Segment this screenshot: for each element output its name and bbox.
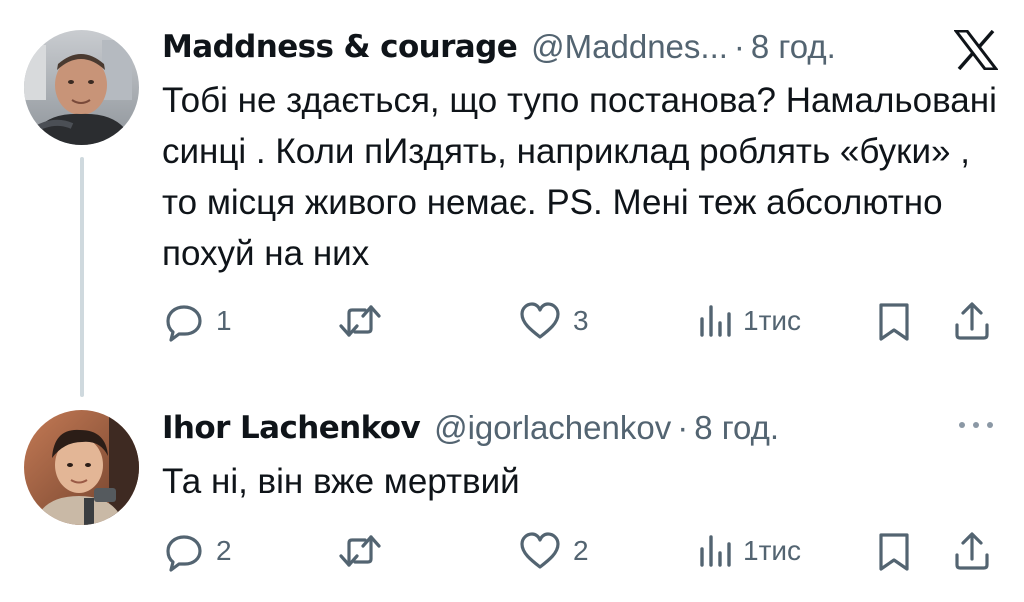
reply-icon — [162, 529, 206, 573]
tweet-header: Maddness & courage @Maddnes... · 8 год. — [162, 24, 836, 70]
views-button[interactable]: 1тис — [697, 526, 801, 576]
separator-dot: · — [677, 409, 689, 446]
tweet-header: Ihor Lachenkov @igorlachenkov · 8 год. — [162, 405, 779, 451]
tweet-actions: 1 3 1тис — [162, 296, 1002, 346]
share-button[interactable] — [952, 526, 992, 576]
tweet[interactable]: Ihor Lachenkov @igorlachenkov · 8 год. Т… — [0, 395, 1024, 602]
timestamp[interactable]: 8 год. — [694, 409, 779, 447]
thread-line — [80, 157, 84, 397]
views-icon — [697, 529, 733, 573]
reply-button[interactable]: 2 — [162, 526, 232, 576]
heart-icon — [517, 299, 563, 343]
views-count: 1тис — [743, 305, 802, 336]
like-count: 2 — [573, 535, 589, 566]
retweet-icon — [337, 529, 383, 573]
user-handle[interactable]: @Maddnes... — [531, 28, 728, 66]
x-logo-icon — [952, 29, 1000, 71]
avatar[interactable] — [24, 410, 139, 525]
bookmark-icon — [874, 299, 914, 343]
views-icon — [697, 299, 733, 343]
separator-dot: · — [733, 28, 745, 65]
display-name[interactable]: Maddness & courage — [162, 29, 518, 65]
share-icon — [952, 529, 992, 573]
share-icon — [952, 299, 992, 343]
heart-icon — [517, 529, 563, 573]
views-button[interactable]: 1тис — [697, 296, 801, 346]
timestamp[interactable]: 8 год. — [751, 28, 836, 66]
bookmark-button[interactable] — [874, 526, 914, 576]
reply-count: 1 — [216, 305, 232, 336]
retweet-icon — [337, 299, 383, 343]
bookmark-icon — [874, 529, 914, 573]
retweet-button[interactable] — [337, 296, 383, 346]
display-name[interactable]: Ihor Lachenkov — [162, 410, 421, 446]
tweet-actions: 2 2 1тис — [162, 526, 1002, 576]
user-handle[interactable]: @igorlachenkov — [434, 409, 671, 447]
like-button[interactable]: 3 — [517, 296, 589, 346]
reply-icon — [162, 299, 206, 343]
share-button[interactable] — [952, 296, 992, 346]
reply-count: 2 — [216, 535, 232, 566]
tweet-text: Тобі не здається, що тупо постанова? Нам… — [162, 81, 997, 273]
bookmark-button[interactable] — [874, 296, 914, 346]
tweet-text: Та ні, він вже мертвий — [162, 462, 520, 501]
reply-button[interactable]: 1 — [162, 296, 232, 346]
tweet[interactable]: Maddness & courage @Maddnes... · 8 год. … — [0, 0, 1024, 397]
more-icon[interactable] — [956, 417, 996, 431]
retweet-button[interactable] — [337, 526, 383, 576]
avatar[interactable] — [24, 30, 139, 145]
like-button[interactable]: 2 — [517, 526, 589, 576]
like-count: 3 — [573, 305, 589, 336]
views-count: 1тис — [743, 535, 802, 566]
